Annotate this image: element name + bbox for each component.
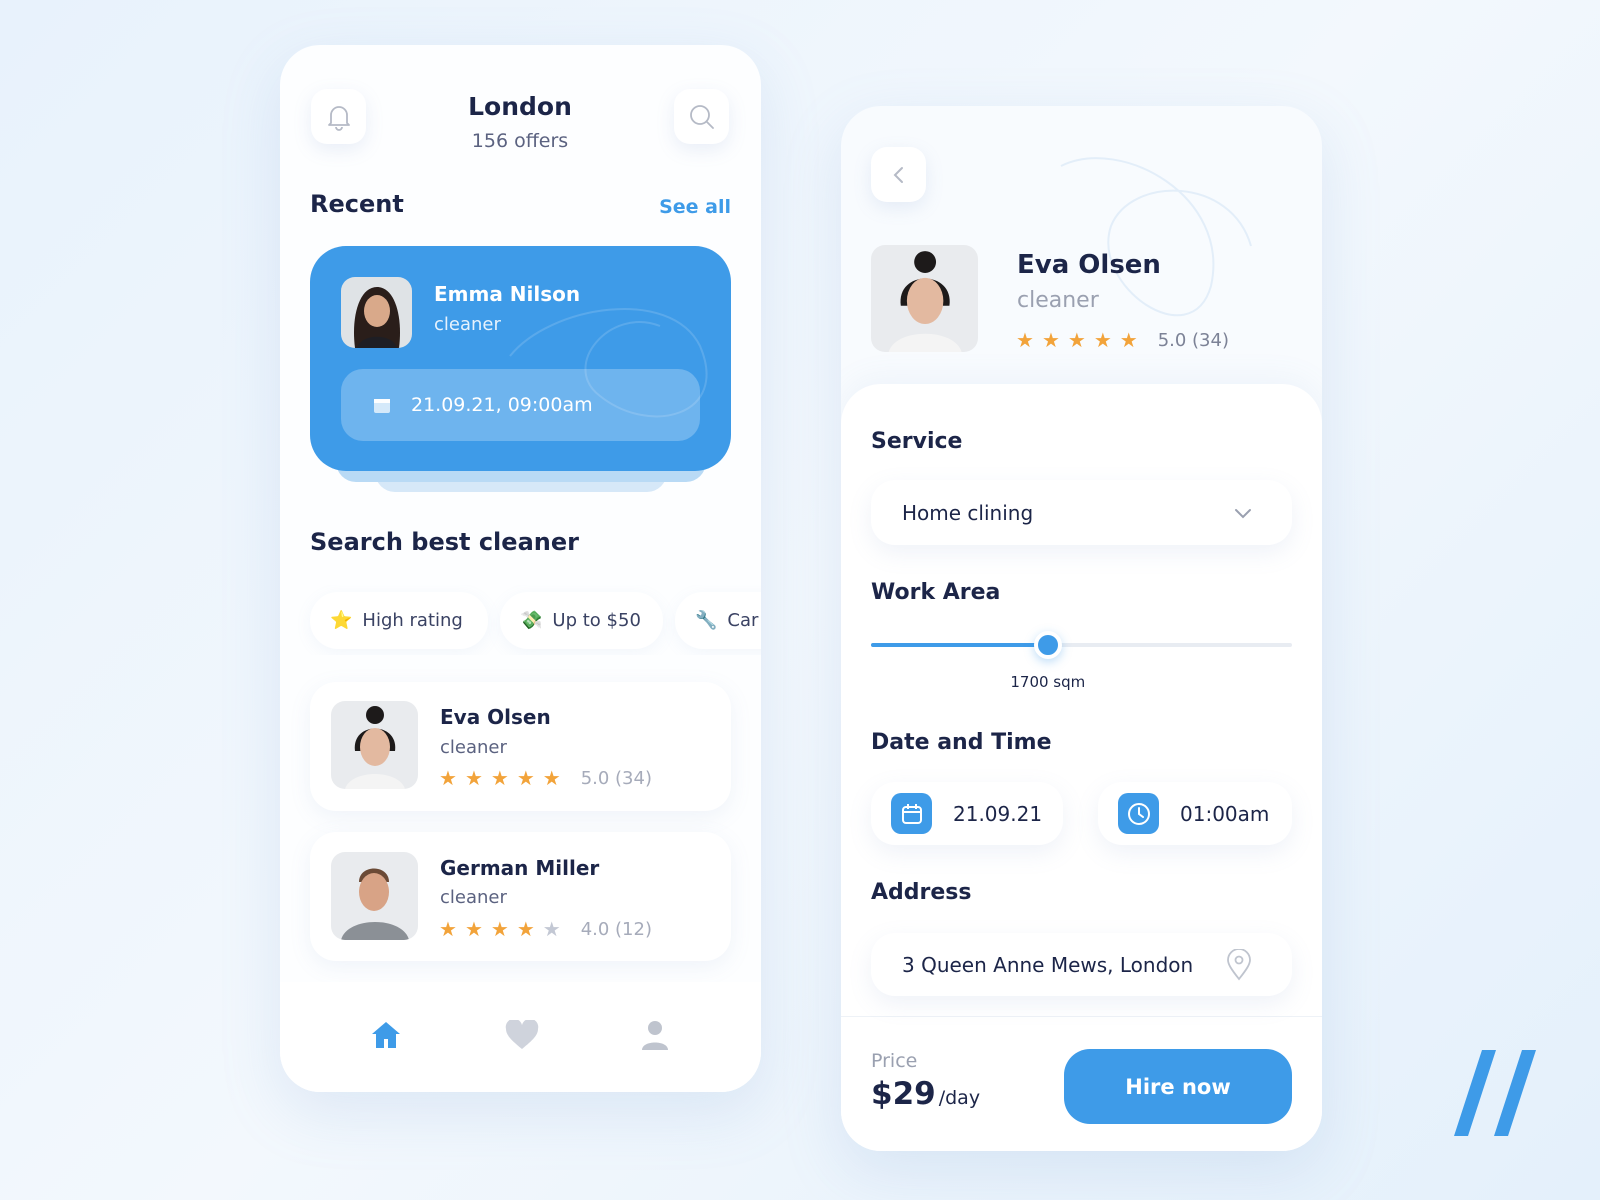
chevron-left-icon: [893, 166, 903, 183]
chevron-down-icon: [1235, 508, 1251, 518]
offers-count: 156 offers: [471, 130, 569, 152]
money-icon: 💸: [520, 610, 543, 631]
price-unit: /day: [938, 1087, 981, 1109]
address-label: Address: [871, 880, 972, 905]
cleaner-name: Eva Olsen: [440, 705, 551, 729]
bell-icon: [327, 105, 350, 131]
city-title: London: [468, 92, 572, 121]
profile-role: cleaner: [1017, 288, 1099, 313]
cleaner-role: cleaner: [440, 737, 507, 758]
slider-thumb[interactable]: [1033, 631, 1062, 659]
rating-value: 5.0 (34): [580, 767, 652, 789]
hire-now-button[interactable]: Hire now: [1064, 1049, 1292, 1124]
cleaner-role: cleaner: [440, 887, 507, 908]
search-button[interactable]: [674, 89, 729, 144]
bottom-nav: [280, 982, 761, 1092]
slider-fill: [871, 643, 1048, 647]
rating-stars: ★ ★ ★ ★ ★ 4.0 (12): [439, 917, 652, 941]
notifications-button[interactable]: [311, 89, 366, 144]
chip-label: Car: [727, 610, 759, 631]
see-all-link[interactable]: See all: [630, 196, 731, 218]
recent-name: Emma Nilson: [434, 282, 581, 306]
recent-heading: Recent: [310, 190, 404, 218]
chip-label: Up to $50: [552, 610, 641, 631]
avatar-emma-nilson: [341, 277, 412, 348]
address-input[interactable]: 3 Queen Anne Mews, London: [871, 933, 1292, 996]
profile-name: Eva Olsen: [1017, 250, 1161, 280]
recent-role: cleaner: [434, 314, 501, 335]
chip-label: High rating: [362, 610, 463, 631]
price-value: $29/day: [871, 1076, 980, 1112]
price-amount: $29: [871, 1076, 936, 1112]
wrench-icon: 🔧: [695, 610, 718, 631]
avatar-german-miller: [331, 852, 418, 940]
rating-stars: ★ ★ ★ ★ ★ 5.0 (34): [439, 766, 652, 790]
work-area-slider[interactable]: [871, 631, 1292, 659]
chip-car[interactable]: 🔧 Car: [675, 592, 761, 649]
home-icon[interactable]: [370, 1020, 402, 1050]
chip-up-to-50[interactable]: 💸 Up to $50: [500, 592, 663, 649]
service-value: Home clining: [902, 500, 1034, 525]
service-label: Service: [871, 429, 963, 454]
location-pin-icon[interactable]: [1226, 948, 1252, 981]
calendar-icon: [891, 793, 932, 834]
clock-icon: [1118, 793, 1159, 834]
search-best-cleaner-heading: Search best cleaner: [310, 528, 579, 556]
time-value: 01:00am: [1180, 801, 1270, 826]
time-picker[interactable]: 01:00am: [1098, 782, 1292, 845]
rating-value: 4.0 (12): [580, 918, 652, 940]
avatar-eva-olsen: [871, 245, 978, 352]
date-picker[interactable]: 21.09.21: [871, 782, 1063, 845]
calendar-icon: [374, 399, 390, 413]
filter-chips: ⭐ High rating 💸 Up to $50 🔧 Car: [280, 585, 761, 655]
chip-high-rating[interactable]: ⭐ High rating: [310, 592, 488, 649]
recent-datetime: 21.09.21, 09:00am: [411, 394, 593, 416]
cleaner-name: German Miller: [440, 856, 600, 880]
work-area-label: Work Area: [871, 580, 1001, 605]
rating-value: 5.0 (34): [1157, 329, 1229, 351]
search-icon: [689, 104, 714, 129]
recent-datetime-pill: 21.09.21, 09:00am: [341, 369, 700, 441]
profile-rating-stars: ★ ★ ★ ★ ★ 5.0 (34): [1016, 328, 1229, 352]
back-button[interactable]: [871, 147, 926, 202]
price-label: Price: [871, 1050, 918, 1072]
date-value: 21.09.21: [953, 801, 1043, 826]
work-area-value: 1700 sqm: [1010, 673, 1086, 691]
date-time-label: Date and Time: [871, 730, 1052, 755]
brand-logo: [1454, 1050, 1536, 1136]
address-value: 3 Queen Anne Mews, London: [902, 952, 1194, 977]
user-icon[interactable]: [640, 1020, 670, 1050]
service-dropdown[interactable]: Home clining: [871, 480, 1292, 545]
star-icon: ⭐: [330, 610, 353, 631]
avatar-eva-olsen: [331, 701, 418, 789]
heart-icon[interactable]: [505, 1020, 539, 1050]
